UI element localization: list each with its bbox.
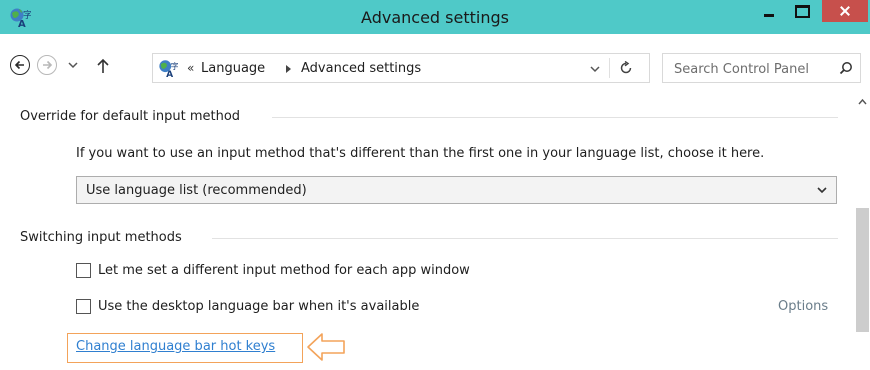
maximize-button[interactable] [787, 0, 817, 22]
address-divider [609, 58, 610, 78]
scroll-up-icon[interactable] [858, 98, 867, 105]
section-divider [272, 117, 838, 118]
arrow-right-icon [43, 60, 53, 70]
options-link[interactable]: Options [778, 299, 828, 314]
svg-text:字: 字 [171, 61, 178, 71]
search-input[interactable] [663, 54, 846, 84]
vertical-scrollbar[interactable] [855, 94, 870, 370]
section-title-switching: Switching input methods [20, 230, 182, 245]
close-button[interactable] [822, 0, 868, 22]
title-bar: A 字 Advanced settings [0, 0, 870, 34]
search-box[interactable] [662, 53, 861, 84]
breadcrumb-overflow[interactable]: « [187, 61, 194, 75]
section-divider [212, 238, 838, 239]
svg-text:A: A [166, 70, 173, 78]
per-app-window-checkbox[interactable] [76, 263, 91, 278]
breadcrumb-item-language[interactable]: Language [201, 61, 265, 76]
address-dropdown-icon[interactable] [590, 65, 600, 73]
minimize-button[interactable] [755, 0, 785, 22]
override-description: If you want to use an input method that'… [76, 146, 765, 161]
language-globe-icon: A 字 [159, 60, 178, 78]
refresh-icon[interactable] [619, 61, 633, 75]
forward-button[interactable] [37, 55, 57, 75]
section-title-override: Override for default input method [20, 109, 241, 124]
breadcrumb-item-advanced-settings[interactable]: Advanced settings [301, 61, 421, 76]
select-value: Use language list (recommended) [86, 183, 307, 198]
arrow-left-icon [14, 60, 24, 70]
change-hot-keys-link[interactable]: Change language bar hot keys [76, 339, 275, 354]
breadcrumb-separator-icon[interactable] [286, 65, 291, 73]
scroll-thumb[interactable] [856, 208, 869, 332]
per-app-window-label[interactable]: Let me set a different input method for … [98, 263, 470, 278]
input-method-select[interactable]: Use language list (recommended) [76, 176, 837, 204]
desktop-language-bar-checkbox[interactable] [76, 299, 91, 314]
search-icon[interactable] [839, 61, 853, 75]
back-button[interactable] [10, 55, 30, 75]
window-title: Advanced settings [361, 8, 509, 27]
pointer-arrow-icon [307, 333, 345, 361]
up-arrow-icon[interactable] [96, 58, 110, 74]
desktop-language-bar-label[interactable]: Use the desktop language bar when it's a… [98, 299, 419, 314]
chevron-down-icon [817, 187, 827, 194]
address-bar[interactable]: A 字 « Language Advanced settings [152, 53, 650, 83]
recent-locations-chevron-icon[interactable] [68, 61, 78, 69]
